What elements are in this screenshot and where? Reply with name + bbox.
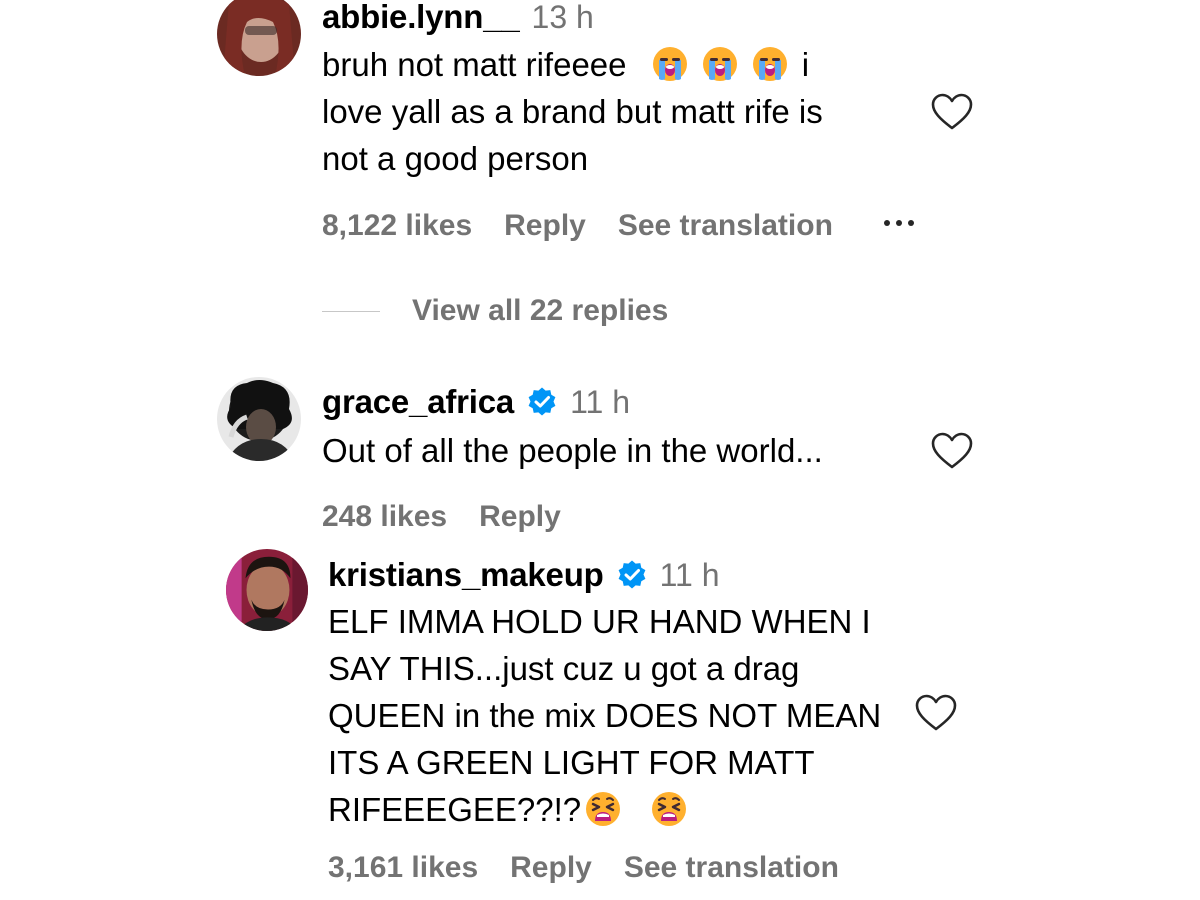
heart-outline-icon [931, 432, 973, 469]
comment-line: bruh not matt rifeeee i [322, 46, 810, 83]
replies-divider [322, 310, 380, 312]
timestamp[interactable]: 13 h [532, 0, 594, 36]
heart-outline-icon [915, 694, 957, 731]
comment-actions: 8,122 likes Reply See translation [322, 207, 865, 245]
reply-button[interactable]: Reply [504, 209, 586, 243]
comment-text: ELF IMMA HOLD UR HAND WHEN I SAY THIS...… [328, 598, 881, 833]
username[interactable]: abbie.lynn__ [322, 0, 520, 36]
reply-button[interactable]: Reply [510, 851, 592, 885]
username[interactable]: grace_africa [322, 383, 514, 421]
comment-line: love yall as a brand but matt rife is [322, 93, 823, 130]
comment-line: RIFEEEGEE??!? [328, 786, 881, 833]
like-button[interactable] [915, 694, 957, 732]
view-replies-button[interactable]: View all 22 replies [322, 294, 668, 328]
comment-line: ITS A GREEN LIGHT FOR MATT [328, 744, 815, 781]
avatar[interactable] [217, 377, 301, 461]
username[interactable]: kristians_makeup [328, 556, 604, 594]
verified-badge-icon [616, 559, 648, 591]
comment-line: Out of all the people in the world... [322, 432, 823, 469]
comment-line: SAY THIS...just cuz u got a drag [328, 650, 800, 687]
comment-line: ELF IMMA HOLD UR HAND WHEN I [328, 603, 871, 640]
weary-face-icon [585, 791, 621, 827]
likes-count[interactable]: 3,161 likes [328, 851, 478, 885]
likes-count[interactable]: 8,122 likes [322, 209, 472, 243]
comment-actions: 3,161 likes Reply See translation [328, 849, 871, 887]
comment-text: bruh not matt rifeeee i love yall as a b… [322, 41, 823, 182]
comment-actions: 248 likes Reply [322, 498, 593, 536]
comment-header: abbie.lynn__ 13 h [322, 0, 594, 36]
avatar[interactable] [217, 0, 301, 76]
comment-line: not a good person [322, 140, 589, 177]
view-replies-label: View all 22 replies [412, 294, 669, 327]
verified-badge-icon [526, 386, 558, 418]
likes-count[interactable]: 248 likes [322, 500, 447, 534]
timestamp[interactable]: 11 h [570, 384, 630, 421]
comment-line: QUEEN in the mix DOES NOT MEAN [328, 697, 882, 734]
heart-outline-icon [931, 93, 973, 130]
comment-header: kristians_makeup 11 h [328, 556, 720, 594]
comment-header: grace_africa 11 h [322, 383, 630, 421]
loudly-crying-face-icon [652, 46, 688, 82]
loudly-crying-face-icon [752, 46, 788, 82]
avatar[interactable] [226, 549, 308, 631]
like-button[interactable] [931, 432, 973, 470]
see-translation-button[interactable]: See translation [624, 851, 839, 885]
loudly-crying-face-icon [702, 46, 738, 82]
see-translation-button[interactable]: See translation [618, 209, 833, 243]
like-button[interactable] [931, 93, 973, 131]
reply-button[interactable]: Reply [479, 500, 561, 534]
weary-face-icon [651, 791, 687, 827]
ellipsis-icon[interactable] [884, 220, 914, 226]
timestamp[interactable]: 11 h [660, 557, 720, 594]
comment-text: Out of all the people in the world... [322, 427, 823, 474]
